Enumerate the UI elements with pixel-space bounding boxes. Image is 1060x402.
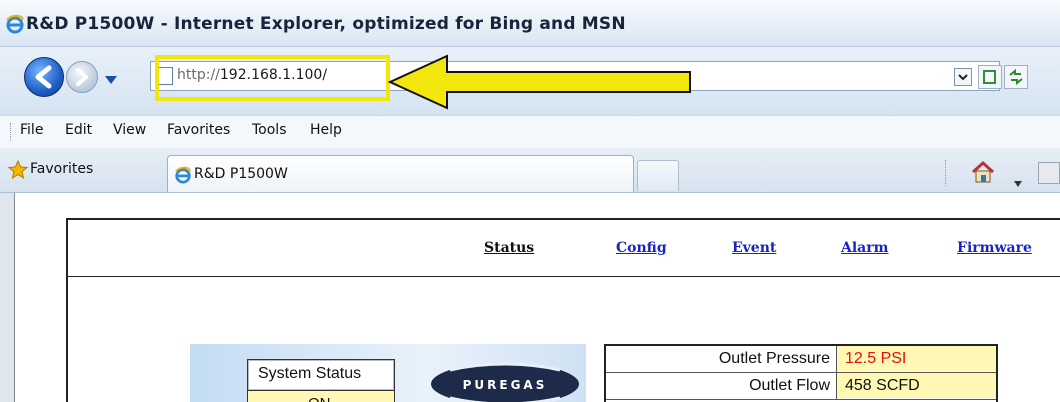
- favorites-label[interactable]: Favorites: [30, 161, 93, 177]
- menu-edit[interactable]: Edit: [65, 122, 92, 138]
- table-row: Outlet Flow 458 SCFD: [606, 373, 996, 400]
- browser-window: R&D P1500W - Internet Explorer, optimize…: [0, 0, 1060, 402]
- menu-grip: [10, 123, 13, 141]
- reading-value-cell: 458 SCFD: [837, 373, 996, 398]
- system-status-box: System Status: [247, 359, 395, 391]
- system-status-value-box: ON: [247, 390, 395, 402]
- url-highlight-box: [155, 55, 390, 101]
- menu-help[interactable]: Help: [310, 122, 342, 138]
- nav-firmware-link[interactable]: Firmware: [957, 240, 1032, 256]
- favorites-star-icon[interactable]: [7, 159, 29, 184]
- menu-file[interactable]: File: [20, 122, 43, 138]
- window-left-frame: [0, 193, 14, 402]
- refresh-icon: [1009, 68, 1023, 86]
- outlet-pressure-value: 12.5 PSI: [845, 350, 907, 367]
- reading-value-cell: 12.5 PSI: [837, 346, 996, 371]
- table-row: Outlet Pressure 12.5 PSI: [606, 346, 996, 373]
- logo-text: PUREGAS: [463, 378, 548, 392]
- puregas-logo: PUREGAS: [431, 362, 579, 402]
- chevron-down-icon: [958, 74, 968, 81]
- outlet-pressure-label: Outlet Pressure: [718, 350, 830, 367]
- menu-favorites[interactable]: Favorites: [167, 122, 230, 138]
- new-tab-button[interactable]: [637, 160, 679, 191]
- home-icon[interactable]: [970, 160, 996, 188]
- internet-explorer-icon: [5, 14, 25, 38]
- history-dropdown-icon[interactable]: [104, 70, 118, 89]
- nav-config-link[interactable]: Config: [616, 240, 667, 256]
- command-bar-separator: [945, 160, 947, 186]
- refresh-button[interactable]: [1004, 65, 1028, 89]
- reading-label-cell: Outlet Flow: [606, 373, 837, 399]
- address-dropdown-button[interactable]: [954, 68, 972, 86]
- title-bar: R&D P1500W - Internet Explorer, optimize…: [0, 0, 1060, 47]
- system-status-value: ON: [308, 395, 331, 402]
- outlet-flow-label: Outlet Flow: [749, 377, 830, 394]
- readings-table: Outlet Pressure 12.5 PSI Outlet Flow 458…: [604, 344, 998, 402]
- nav-event-link[interactable]: Event: [732, 240, 776, 256]
- page-nav-row: [68, 220, 1060, 277]
- window-title: R&D P1500W - Internet Explorer, optimize…: [26, 14, 626, 34]
- menu-view[interactable]: View: [113, 122, 146, 138]
- compatibility-view-button[interactable]: [978, 65, 1002, 89]
- home-dropdown-icon[interactable]: [1014, 172, 1022, 191]
- yellow-arrow-annotation: [387, 54, 691, 110]
- forward-button[interactable]: [66, 61, 98, 93]
- forward-arrow-icon: [76, 68, 88, 86]
- back-arrow-icon: [35, 65, 52, 89]
- compatibility-icon: [983, 70, 996, 84]
- nav-status-link[interactable]: Status: [484, 240, 534, 256]
- menu-tools[interactable]: Tools: [252, 122, 287, 138]
- tab-active[interactable]: R&D P1500W: [167, 155, 634, 192]
- outlet-flow-value: 458 SCFD: [845, 377, 920, 394]
- nav-alarm-link[interactable]: Alarm: [841, 240, 888, 256]
- back-button[interactable]: [24, 57, 64, 97]
- reading-label-cell: Outlet Pressure: [606, 346, 837, 372]
- internet-explorer-icon: [174, 166, 192, 188]
- tab-label: R&D P1500W: [194, 166, 288, 182]
- system-status-label: System Status: [258, 365, 362, 382]
- menu-bar: [0, 115, 1060, 149]
- feeds-icon[interactable]: [1038, 162, 1060, 184]
